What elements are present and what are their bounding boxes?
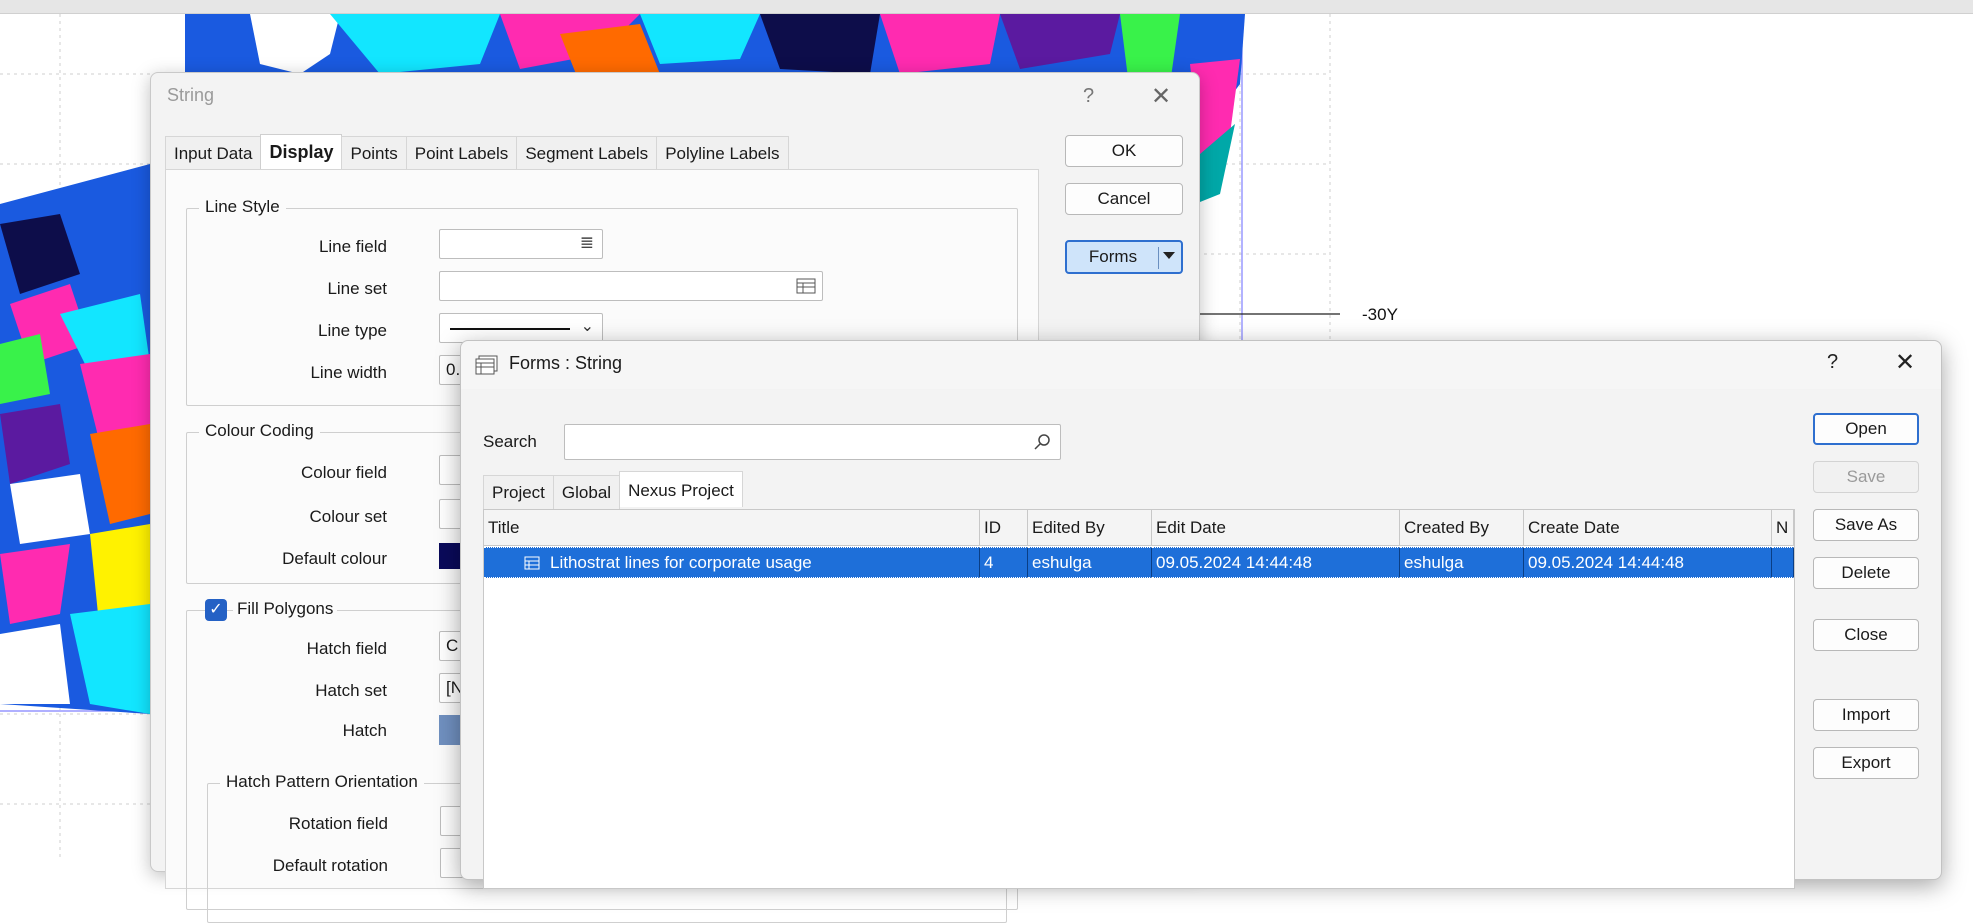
hatch-set-label: Hatch set — [315, 681, 387, 700]
colour-coding-group-label: Colour Coding — [199, 421, 320, 441]
cell-edit-date: 09.05.2024 14:44:48 — [1152, 547, 1400, 578]
forms-close-button[interactable]: ✕ — [1895, 351, 1915, 375]
search-input[interactable] — [564, 424, 1061, 460]
string-tabs: Input Data Display Points Point Labels S… — [165, 134, 789, 170]
tab-point-labels[interactable]: Point Labels — [405, 136, 518, 170]
form-icon — [475, 355, 498, 375]
import-button[interactable]: Import — [1813, 699, 1919, 731]
cancel-button[interactable]: Cancel — [1065, 183, 1183, 215]
string-help-button[interactable]: ? — [1083, 85, 1094, 108]
forms-split-button[interactable]: Forms — [1065, 240, 1183, 274]
line-type-label: Line type — [318, 321, 387, 340]
tab-segment-labels[interactable]: Segment Labels — [516, 136, 658, 170]
hatch-label: Hatch — [342, 721, 387, 740]
col-title[interactable]: Title — [484, 510, 980, 546]
rotation-field-label: Rotation field — [288, 814, 388, 833]
search-icon[interactable] — [1034, 433, 1052, 451]
cell-more — [1772, 547, 1794, 578]
cell-title-text: Lithostrat lines for corporate usage — [550, 553, 812, 572]
split-separator — [1158, 247, 1159, 269]
window-top-bar — [0, 0, 1973, 14]
default-colour-label: Default colour — [282, 549, 387, 568]
ok-button[interactable]: OK — [1065, 135, 1183, 167]
dropdown-arrow-icon[interactable] — [1163, 252, 1175, 259]
tab-input-data[interactable]: Input Data — [165, 136, 262, 170]
cell-create-date: 09.05.2024 14:44:48 — [1524, 547, 1772, 578]
tab-points[interactable]: Points — [341, 136, 407, 170]
line-style-group-label: Line Style — [199, 197, 286, 217]
close-button[interactable]: Close — [1813, 619, 1919, 651]
colour-field-label: Colour field — [301, 463, 387, 482]
line-type-select[interactable]: ⌄ — [439, 313, 603, 343]
forms-dialog: Forms : String ? ✕ Search Project Global… — [460, 340, 1942, 889]
col-id[interactable]: ID — [980, 510, 1028, 546]
line-field-label: Line field — [318, 237, 387, 256]
tab-polyline-labels[interactable]: Polyline Labels — [656, 136, 789, 170]
hatch-orientation-label: Hatch Pattern Orientation — [220, 772, 424, 792]
open-button[interactable]: Open — [1813, 413, 1919, 445]
search-label: Search — [483, 432, 537, 451]
line-set-label: Line set — [327, 279, 387, 298]
solid-line-preview — [450, 328, 570, 330]
export-button[interactable]: Export — [1813, 747, 1919, 779]
tab-global[interactable]: Global — [552, 475, 621, 509]
cell-id: 4 — [980, 547, 1028, 578]
default-rotation-label: Default rotation — [272, 856, 388, 875]
grid-header: Title ID Edited By Edit Date Created By … — [484, 510, 1794, 546]
string-dialog-title: String — [167, 85, 215, 105]
forms-dialog-title: Forms : String — [509, 353, 623, 373]
forms-help-button[interactable]: ? — [1827, 351, 1838, 374]
delete-button[interactable]: Delete — [1813, 557, 1919, 589]
chevron-down-icon: ⌄ — [580, 318, 594, 335]
save-button[interactable]: Save — [1813, 461, 1919, 493]
cell-title: Lithostrat lines for corporate usage — [484, 547, 980, 578]
cell-created-by: eshulga — [1400, 547, 1524, 578]
forms-titlebar: Forms : String ? ✕ — [461, 341, 1941, 389]
tab-project[interactable]: Project — [483, 475, 554, 509]
table-icon[interactable] — [796, 278, 816, 294]
forms-button-label[interactable]: Forms — [1067, 242, 1159, 272]
col-edited-by[interactable]: Edited By — [1028, 510, 1152, 546]
col-edit-date[interactable]: Edit Date — [1152, 510, 1400, 546]
list-icon[interactable]: ≣ — [580, 233, 594, 253]
tab-nexus-project[interactable]: Nexus Project — [619, 471, 743, 507]
col-create-date[interactable]: Create Date — [1524, 510, 1772, 546]
forms-grid: Title ID Edited By Edit Date Created By … — [483, 509, 1795, 889]
fill-polygons-checkbox[interactable]: ✓ — [205, 599, 227, 621]
line-field-input[interactable]: ≣ — [439, 229, 603, 259]
cell-edited-by: eshulga — [1028, 547, 1152, 578]
hatch-field-label: Hatch field — [306, 639, 387, 658]
tab-display[interactable]: Display — [260, 134, 343, 170]
forms-tabs: Project Global Nexus Project — [483, 471, 743, 509]
form-row-icon — [524, 556, 540, 570]
fill-polygons-label: Fill Polygons — [233, 599, 338, 619]
colour-set-label: Colour set — [309, 507, 387, 526]
line-set-input[interactable] — [439, 271, 823, 301]
save-as-button[interactable]: Save As — [1813, 509, 1919, 541]
axis-label: -30Y — [1362, 305, 1398, 324]
string-close-button[interactable]: ✕ — [1151, 85, 1171, 109]
col-created-by[interactable]: Created By — [1400, 510, 1524, 546]
col-more[interactable]: N — [1772, 510, 1794, 546]
table-row[interactable]: Lithostrat lines for corporate usage 4 e… — [484, 547, 1794, 578]
line-width-label: Line width — [310, 363, 387, 382]
